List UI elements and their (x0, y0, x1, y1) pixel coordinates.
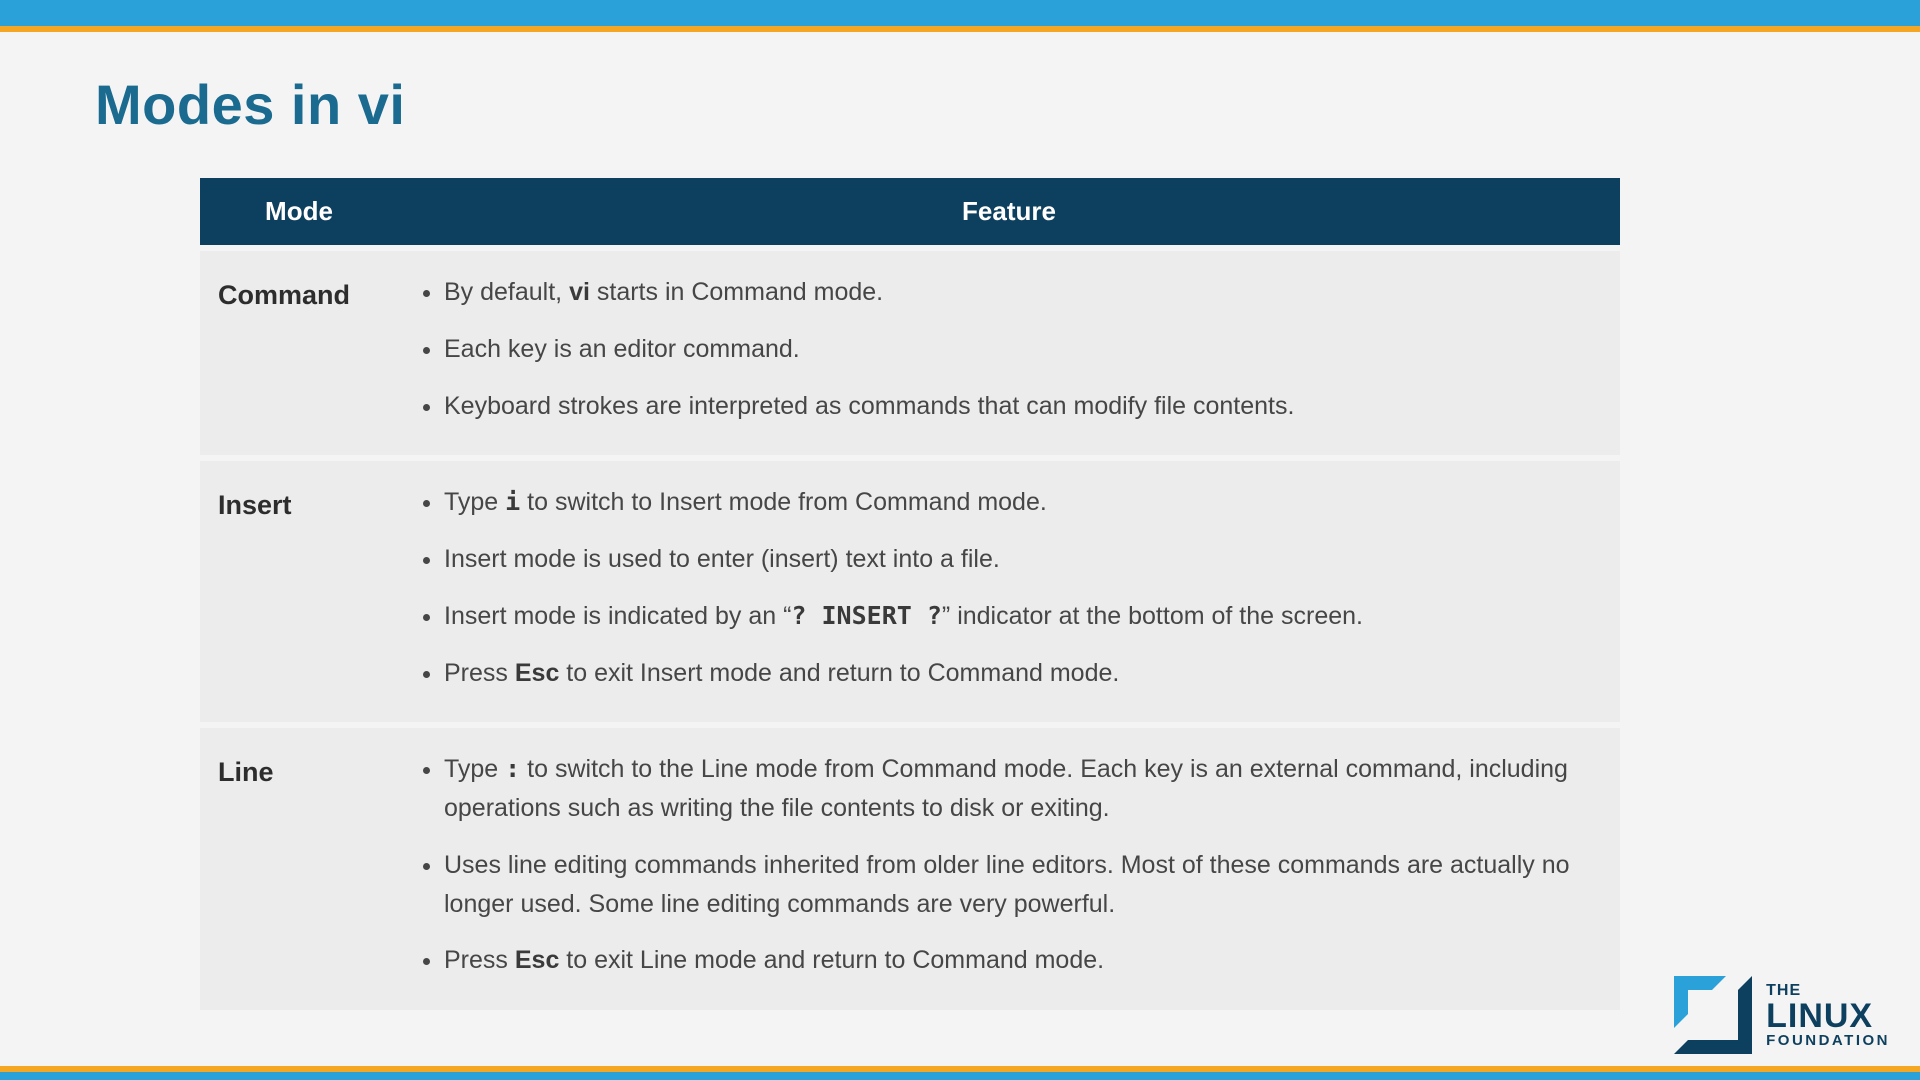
list-item: Uses line editing commands inherited fro… (444, 846, 1602, 924)
modes-table: Mode Feature CommandBy default, vi start… (200, 178, 1620, 1010)
table-row: CommandBy default, vi starts in Command … (200, 245, 1620, 455)
mono-text: : (505, 754, 520, 783)
feature-list: Type i to switch to Insert mode from Com… (416, 483, 1602, 692)
list-item: Type : to switch to the Line mode from C… (444, 750, 1602, 828)
table-header-row: Mode Feature (200, 178, 1620, 245)
mono-text: ? INSERT ? (791, 601, 942, 630)
mode-cell: Command (200, 245, 398, 455)
bottom-band-blue (0, 1072, 1920, 1080)
list-item: By default, vi starts in Command mode. (444, 273, 1602, 312)
mode-cell: Line (200, 722, 398, 1010)
feature-list: Type : to switch to the Line mode from C… (416, 750, 1602, 980)
feature-cell: Type i to switch to Insert mode from Com… (398, 455, 1620, 722)
bold-text: vi (569, 278, 590, 306)
mode-cell: Insert (200, 455, 398, 722)
header-mode: Mode (200, 178, 398, 245)
logo-linux: LINUX (1766, 999, 1890, 1033)
list-item: Press Esc to exit Insert mode and return… (444, 654, 1602, 693)
feature-list: By default, vi starts in Command mode. Ea… (416, 273, 1602, 425)
linux-foundation-mark-icon (1674, 976, 1752, 1054)
table-row: Line Type : to switch to the Line mode fr… (200, 722, 1620, 1010)
mono-text: i (505, 487, 520, 516)
top-band-orange (0, 26, 1920, 32)
feature-cell: Type : to switch to the Line mode from C… (398, 722, 1620, 1010)
linux-foundation-text: THE LINUX FOUNDATION (1766, 983, 1890, 1048)
list-item: Type i to switch to Insert mode from Com… (444, 483, 1602, 522)
linux-foundation-logo: THE LINUX FOUNDATION (1674, 976, 1890, 1054)
list-item: Insert mode is indicated by an “? INSERT… (444, 597, 1602, 636)
logo-foundation: FOUNDATION (1766, 1033, 1890, 1048)
list-item: Keyboard strokes are interpreted as comm… (444, 387, 1602, 426)
top-band-blue (0, 0, 1920, 26)
page-title: Modes in vi (95, 72, 405, 137)
header-feature: Feature (398, 178, 1620, 245)
list-item: Press Esc to exit Line mode and return t… (444, 941, 1602, 980)
list-item: Each key is an editor command. (444, 330, 1602, 369)
feature-cell: By default, vi starts in Command mode. Ea… (398, 245, 1620, 455)
bold-text: Esc (515, 946, 559, 974)
table-row: Insert Type i to switch to Insert mode fr… (200, 455, 1620, 722)
bold-text: Esc (515, 659, 559, 687)
table-body: CommandBy default, vi starts in Command … (200, 245, 1620, 1010)
list-item: Insert mode is used to enter (insert) te… (444, 540, 1602, 579)
